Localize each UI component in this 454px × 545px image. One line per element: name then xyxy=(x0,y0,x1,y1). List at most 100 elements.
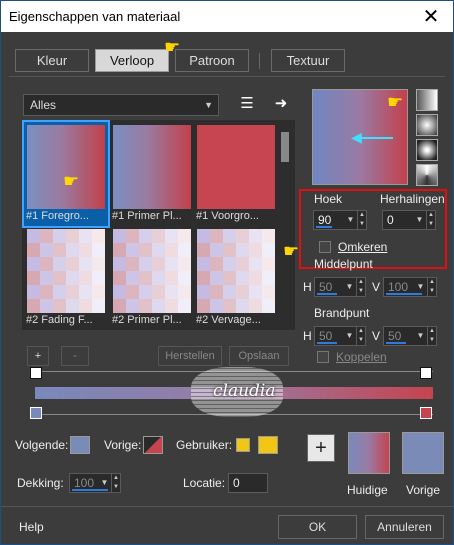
opacity-stepper[interactable]: 100 ▼ ▲ ▼ xyxy=(69,473,121,493)
watermark-text: claudia xyxy=(213,381,276,401)
focal-v-stepper[interactable]: 50 ▼ ▲ ▼ xyxy=(383,326,437,346)
color-stop-end[interactable] xyxy=(420,407,432,419)
checker-cell xyxy=(236,229,249,243)
center-h-stepper[interactable]: 50 ▼ ▲ ▼ xyxy=(314,277,366,297)
gallery-item[interactable]: #2 Primer Pl... xyxy=(110,226,194,330)
help-link[interactable]: Help xyxy=(19,520,44,534)
add-gradient-button[interactable]: + xyxy=(27,346,49,366)
checker-cell xyxy=(165,271,178,285)
opacity-stop-end[interactable] xyxy=(420,367,432,379)
checker-cell xyxy=(249,271,262,285)
checker-cell xyxy=(27,257,40,271)
list-view-icon[interactable]: ☰ xyxy=(237,95,257,113)
checker-cell xyxy=(236,257,249,271)
chevron-down-icon[interactable]: ▼ xyxy=(345,211,356,229)
gallery-item[interactable]: #1 Voorgro... xyxy=(194,122,278,226)
window-title: Eigenschappen van materiaal xyxy=(9,9,181,24)
chevron-down-icon[interactable]: ▼ xyxy=(415,327,426,345)
cancel-button[interactable]: Annuleren xyxy=(365,515,444,539)
ok-button[interactable]: OK xyxy=(278,515,357,539)
current-material-swatch[interactable] xyxy=(348,432,390,474)
gradient-gallery: #1 Foregro... #1 Primer Pl... #1 Voorgro… xyxy=(22,120,295,330)
checker-cell xyxy=(66,299,79,313)
previous-material-label: Vorige xyxy=(406,483,441,497)
checker-cell xyxy=(223,285,236,299)
tab-textuur[interactable]: Textuur xyxy=(271,49,345,72)
focal-h-stepper[interactable]: 50 ▼ ▲ ▼ xyxy=(314,326,366,346)
previous-material-swatch[interactable] xyxy=(402,432,444,474)
link-checkbox[interactable] xyxy=(317,351,329,363)
gallery-item[interactable]: #2 Vervage... xyxy=(194,226,278,330)
restore-button[interactable]: Herstellen xyxy=(158,346,222,366)
user-color-swatch-1[interactable] xyxy=(236,438,250,452)
gallery-item[interactable]: #1 Primer Pl... xyxy=(110,122,194,226)
opacity-stop-start[interactable] xyxy=(30,367,42,379)
close-icon[interactable]: ✕ xyxy=(417,4,445,29)
checker-cell xyxy=(79,299,92,313)
direction-line xyxy=(357,137,393,139)
checker-cell xyxy=(126,229,139,243)
angle-label: Hoek xyxy=(314,192,343,206)
gallery-scrollbar[interactable] xyxy=(278,122,292,328)
gallery-item[interactable]: #2 Fading F... xyxy=(24,226,108,330)
checker-cell xyxy=(66,257,79,271)
tab-patroon[interactable]: Patroon xyxy=(175,49,249,72)
checker-cell xyxy=(27,243,40,257)
sunburst-gradient-type-icon[interactable] xyxy=(416,164,438,186)
checker-cell xyxy=(249,229,262,243)
spin-arrows-icon[interactable]: ▲ ▼ xyxy=(356,278,365,296)
color-stop-start[interactable] xyxy=(30,407,42,419)
checker-cell xyxy=(223,257,236,271)
linear-gradient-type-icon[interactable] xyxy=(416,89,438,111)
remove-gradient-button[interactable]: - xyxy=(61,346,89,366)
location-field[interactable]: 0 xyxy=(228,473,268,493)
repeats-stepper[interactable]: 0 ▼ ▲ ▼ xyxy=(382,210,436,230)
checker-cell xyxy=(236,285,249,299)
checker-cell xyxy=(53,243,66,257)
angle-slider-fill xyxy=(316,226,332,228)
gradient-swatch xyxy=(113,125,191,209)
checker-cell xyxy=(92,299,105,313)
spin-arrows-icon[interactable]: ▲ ▼ xyxy=(426,211,435,229)
spin-arrows-icon[interactable]: ▲ ▼ xyxy=(427,278,436,296)
chevron-down-icon[interactable]: ▼ xyxy=(344,327,355,345)
tab-kleur[interactable]: Kleur xyxy=(15,49,89,72)
checker-cell xyxy=(178,243,191,257)
chevron-down-icon[interactable]: ▼ xyxy=(344,278,355,296)
previous-gradient-swatch[interactable] xyxy=(143,436,163,454)
opacity-value: 100 xyxy=(74,476,95,490)
checker-cell xyxy=(40,299,53,313)
checker-cell xyxy=(79,271,92,285)
checker-cell xyxy=(79,243,92,257)
save-gradient-button[interactable]: Opslaan xyxy=(229,346,289,366)
user-color-swatch-2[interactable] xyxy=(258,436,278,454)
dropdown-value: Alles xyxy=(30,98,57,112)
watermark-logo: claudia xyxy=(191,367,283,417)
radial-gradient-type-icon[interactable] xyxy=(416,139,438,161)
checker-cell xyxy=(236,271,249,285)
scrollbar-thumb[interactable] xyxy=(281,132,289,162)
checker-cell xyxy=(178,271,191,285)
next-color-swatch[interactable] xyxy=(70,436,90,454)
arrow-right-icon[interactable]: ➜ xyxy=(271,95,291,113)
checker-cell xyxy=(152,299,165,313)
spin-arrows-icon[interactable]: ▲ ▼ xyxy=(111,474,120,492)
spin-arrows-icon[interactable]: ▲ ▼ xyxy=(427,327,436,345)
checker-cell xyxy=(236,243,249,257)
spin-arrows-icon[interactable]: ▲ ▼ xyxy=(357,211,366,229)
opacity-fill xyxy=(72,489,108,491)
reverse-checkbox[interactable] xyxy=(319,241,331,253)
angle-stepper[interactable]: 90 ▼ ▲ ▼ xyxy=(313,210,367,230)
spin-arrows-icon[interactable]: ▲ ▼ xyxy=(356,327,365,345)
rectangular-gradient-type-icon[interactable] xyxy=(416,114,438,136)
gradient-category-dropdown[interactable]: Alles ▼ xyxy=(23,94,219,116)
center-v-stepper[interactable]: 100 ▼ ▲ ▼ xyxy=(383,277,437,297)
checker-cell xyxy=(113,271,126,285)
tab-verloop[interactable]: Verloop xyxy=(95,49,169,72)
focal-h-fill xyxy=(317,342,337,344)
location-label: Locatie: xyxy=(183,476,226,490)
add-swatch-button[interactable]: + xyxy=(307,434,335,462)
link-label: Koppelen xyxy=(336,350,387,364)
checker-cell xyxy=(92,271,105,285)
chevron-down-icon[interactable]: ▼ xyxy=(414,211,425,229)
